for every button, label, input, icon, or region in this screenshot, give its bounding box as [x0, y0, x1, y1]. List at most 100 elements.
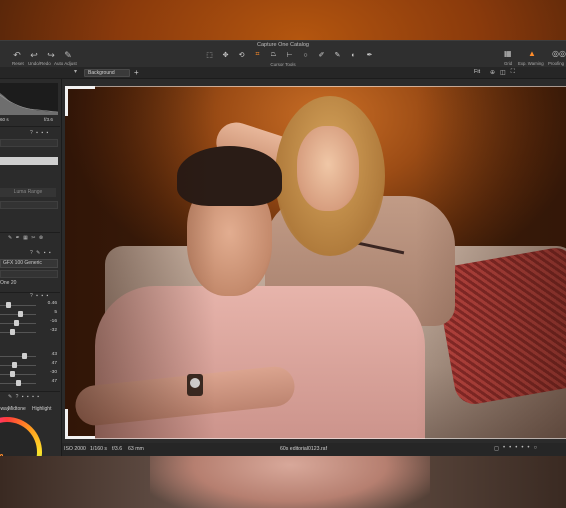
zoom-fit-label[interactable]: Fit — [474, 69, 480, 75]
pan-tool-icon[interactable]: ✥ — [219, 50, 232, 60]
slider-row[interactable]: 5 — [0, 310, 60, 318]
add-layer-icon[interactable]: + — [134, 68, 139, 77]
status-aperture: f/3.6 — [112, 446, 123, 452]
slider-value: -30 — [50, 370, 57, 375]
view-icons: ⊕ ◫ ⛶ — [490, 69, 515, 76]
slider-value: 43 — [51, 352, 57, 357]
app-title: Capture One Catalog — [257, 42, 309, 48]
slider-knob[interactable] — [16, 380, 21, 386]
slider-knob[interactable] — [10, 329, 15, 335]
slider-track — [0, 332, 36, 333]
slider-value: 47 — [51, 379, 57, 384]
crop-edge-bottom[interactable] — [65, 438, 566, 439]
slider-row[interactable]: -30 — [0, 370, 60, 378]
fullscreen-icon[interactable]: ⛶ — [511, 69, 515, 76]
tool-box — [0, 270, 58, 278]
dot-icon: • — [527, 445, 530, 451]
toolbar: Capture One Catalog ↶ ↩ ↪ ✎ Reset Undo/R… — [0, 41, 566, 67]
photo-preview[interactable] — [65, 86, 566, 439]
luma-range-button[interactable]: Luma Range — [0, 188, 56, 197]
brush-tool-icon[interactable]: ✐ — [315, 50, 328, 60]
slider-row[interactable]: -16 — [0, 319, 60, 327]
section-tool-icons[interactable]: ? ✎ ▪ ▪ — [30, 250, 52, 256]
app-window: Capture One Catalog ↶ ↩ ↪ ✎ Reset Undo/R… — [0, 40, 566, 456]
slider-value: -16 — [50, 319, 57, 324]
compare-icon[interactable]: ◫ — [500, 69, 506, 76]
section-tool-icons[interactable]: ✎ ? ▪ ▪ ▪ ▪ — [8, 394, 40, 400]
curve-label: One 20 — [0, 280, 17, 286]
picker-tool-icon[interactable]: ✒ — [363, 50, 376, 60]
undo-icon[interactable]: ↩ — [27, 49, 41, 61]
icc-profile-select[interactable]: GFX 100 Generic — [0, 259, 58, 268]
dot-icon: • — [521, 445, 524, 451]
color-swatch[interactable] — [0, 157, 58, 165]
warning-icon[interactable]: ▲ — [528, 49, 536, 58]
slider-row[interactable]: 47 — [0, 379, 60, 387]
slider-value: 5 — [54, 310, 57, 315]
slider-row[interactable]: 43 — [0, 352, 60, 360]
status-icons: ◻ • • • • • ○ — [494, 445, 537, 452]
status-iso: ISO 2000 — [64, 446, 86, 452]
slider-knob[interactable] — [14, 320, 19, 326]
eraser-tool-icon[interactable]: ✎ — [331, 50, 344, 60]
circle-icon[interactable]: ○ — [534, 445, 538, 452]
spot-tool-icon[interactable]: ○ — [299, 50, 312, 60]
tab-midtone[interactable]: Midtone — [8, 406, 26, 412]
section-tool-icons[interactable]: ? ▪ ▪ ▪ — [30, 130, 49, 136]
histogram — [0, 83, 59, 115]
right-toolbar: ▦ ▲ ◎◎ Grid Exp. Warning Proofing — [496, 49, 566, 67]
reset-icon[interactable]: ↶ — [10, 49, 24, 61]
tool-panel: 60 s f/3.6 ? ▪ ▪ ▪ Luma Range ✎ ✒ ▦ ✂ ⊗ … — [0, 79, 62, 456]
redo-icon[interactable]: ↪ — [44, 49, 58, 61]
rotate-tool-icon[interactable]: ⟲ — [235, 50, 248, 60]
proofing-label: Proofing — [548, 61, 565, 66]
slider-knob[interactable] — [10, 371, 15, 377]
divider — [0, 232, 60, 233]
slider-track — [0, 374, 36, 375]
color-wheel-handle[interactable] — [0, 454, 3, 456]
grid-icon[interactable]: ▦ — [504, 49, 512, 58]
hist-aperture: f/3.6 — [44, 117, 53, 122]
straighten-tool-icon[interactable]: ⊢ — [283, 50, 296, 60]
slider-track — [0, 356, 36, 357]
slider-row[interactable]: 47 — [0, 361, 60, 369]
slider-knob[interactable] — [22, 353, 27, 359]
dot-icon: • — [509, 445, 512, 451]
slider-value: 0.46 — [47, 301, 57, 306]
crop-edge-top[interactable] — [65, 86, 566, 87]
proofing-icon[interactable]: ◎◎ — [552, 49, 566, 58]
status-bar: ISO 2000 1/160 s f/3.6 63 mm 60s editori… — [62, 443, 566, 456]
section-tool-icons[interactable]: ? ▪ ▪ ▪ — [30, 293, 49, 299]
layer-bar: ▾ Background + Fit ⊕ ◫ ⛶ — [0, 67, 566, 79]
slider-row[interactable]: -32 — [0, 328, 60, 336]
dot-icon: • — [515, 445, 518, 451]
background-figure — [150, 455, 430, 508]
auto-adjust-icon[interactable]: ✎ — [61, 49, 75, 61]
slider-knob[interactable] — [12, 362, 17, 368]
crop-tool-icon[interactable]: ⌗ — [251, 50, 264, 60]
slider-knob[interactable] — [18, 311, 23, 317]
square-icon[interactable]: ◻ — [494, 445, 499, 452]
gradient-tool-icon[interactable]: ◐ — [347, 50, 360, 60]
section-tool-icons[interactable]: ✎ ✒ ▦ ✂ ⊗ — [8, 235, 44, 241]
divider — [0, 126, 60, 127]
layer-select[interactable]: Background — [84, 69, 130, 77]
left-toolbar: ↶ ↩ ↪ ✎ — [10, 49, 75, 61]
slider-track — [0, 365, 36, 366]
keystone-tool-icon[interactable]: ⏢ — [267, 50, 280, 60]
crop-handle-bottom-left[interactable] — [65, 409, 95, 439]
slider-knob[interactable] — [6, 302, 11, 308]
slider-row[interactable]: 0.46 — [0, 301, 60, 309]
chevron-down-icon[interactable]: ▾ — [74, 68, 77, 77]
select-tool-icon[interactable]: ⬚ — [203, 50, 216, 60]
hist-shutter: 60 s — [0, 117, 9, 122]
crop-handle-top-left[interactable] — [65, 86, 95, 116]
zoom-icon[interactable]: ⊕ — [490, 69, 495, 76]
tool-box — [0, 139, 58, 147]
grid-label: Grid — [504, 61, 513, 66]
dot-icon: • — [502, 445, 506, 451]
slider-value: -32 — [50, 328, 57, 333]
cursor-tools: ⬚ ✥ ⟲ ⌗ ⏢ ⊢ ○ ✐ ✎ ◐ ✒ — [203, 50, 376, 60]
status-focal: 63 mm — [128, 446, 144, 452]
tab-highlight[interactable]: Highlight — [32, 406, 51, 412]
